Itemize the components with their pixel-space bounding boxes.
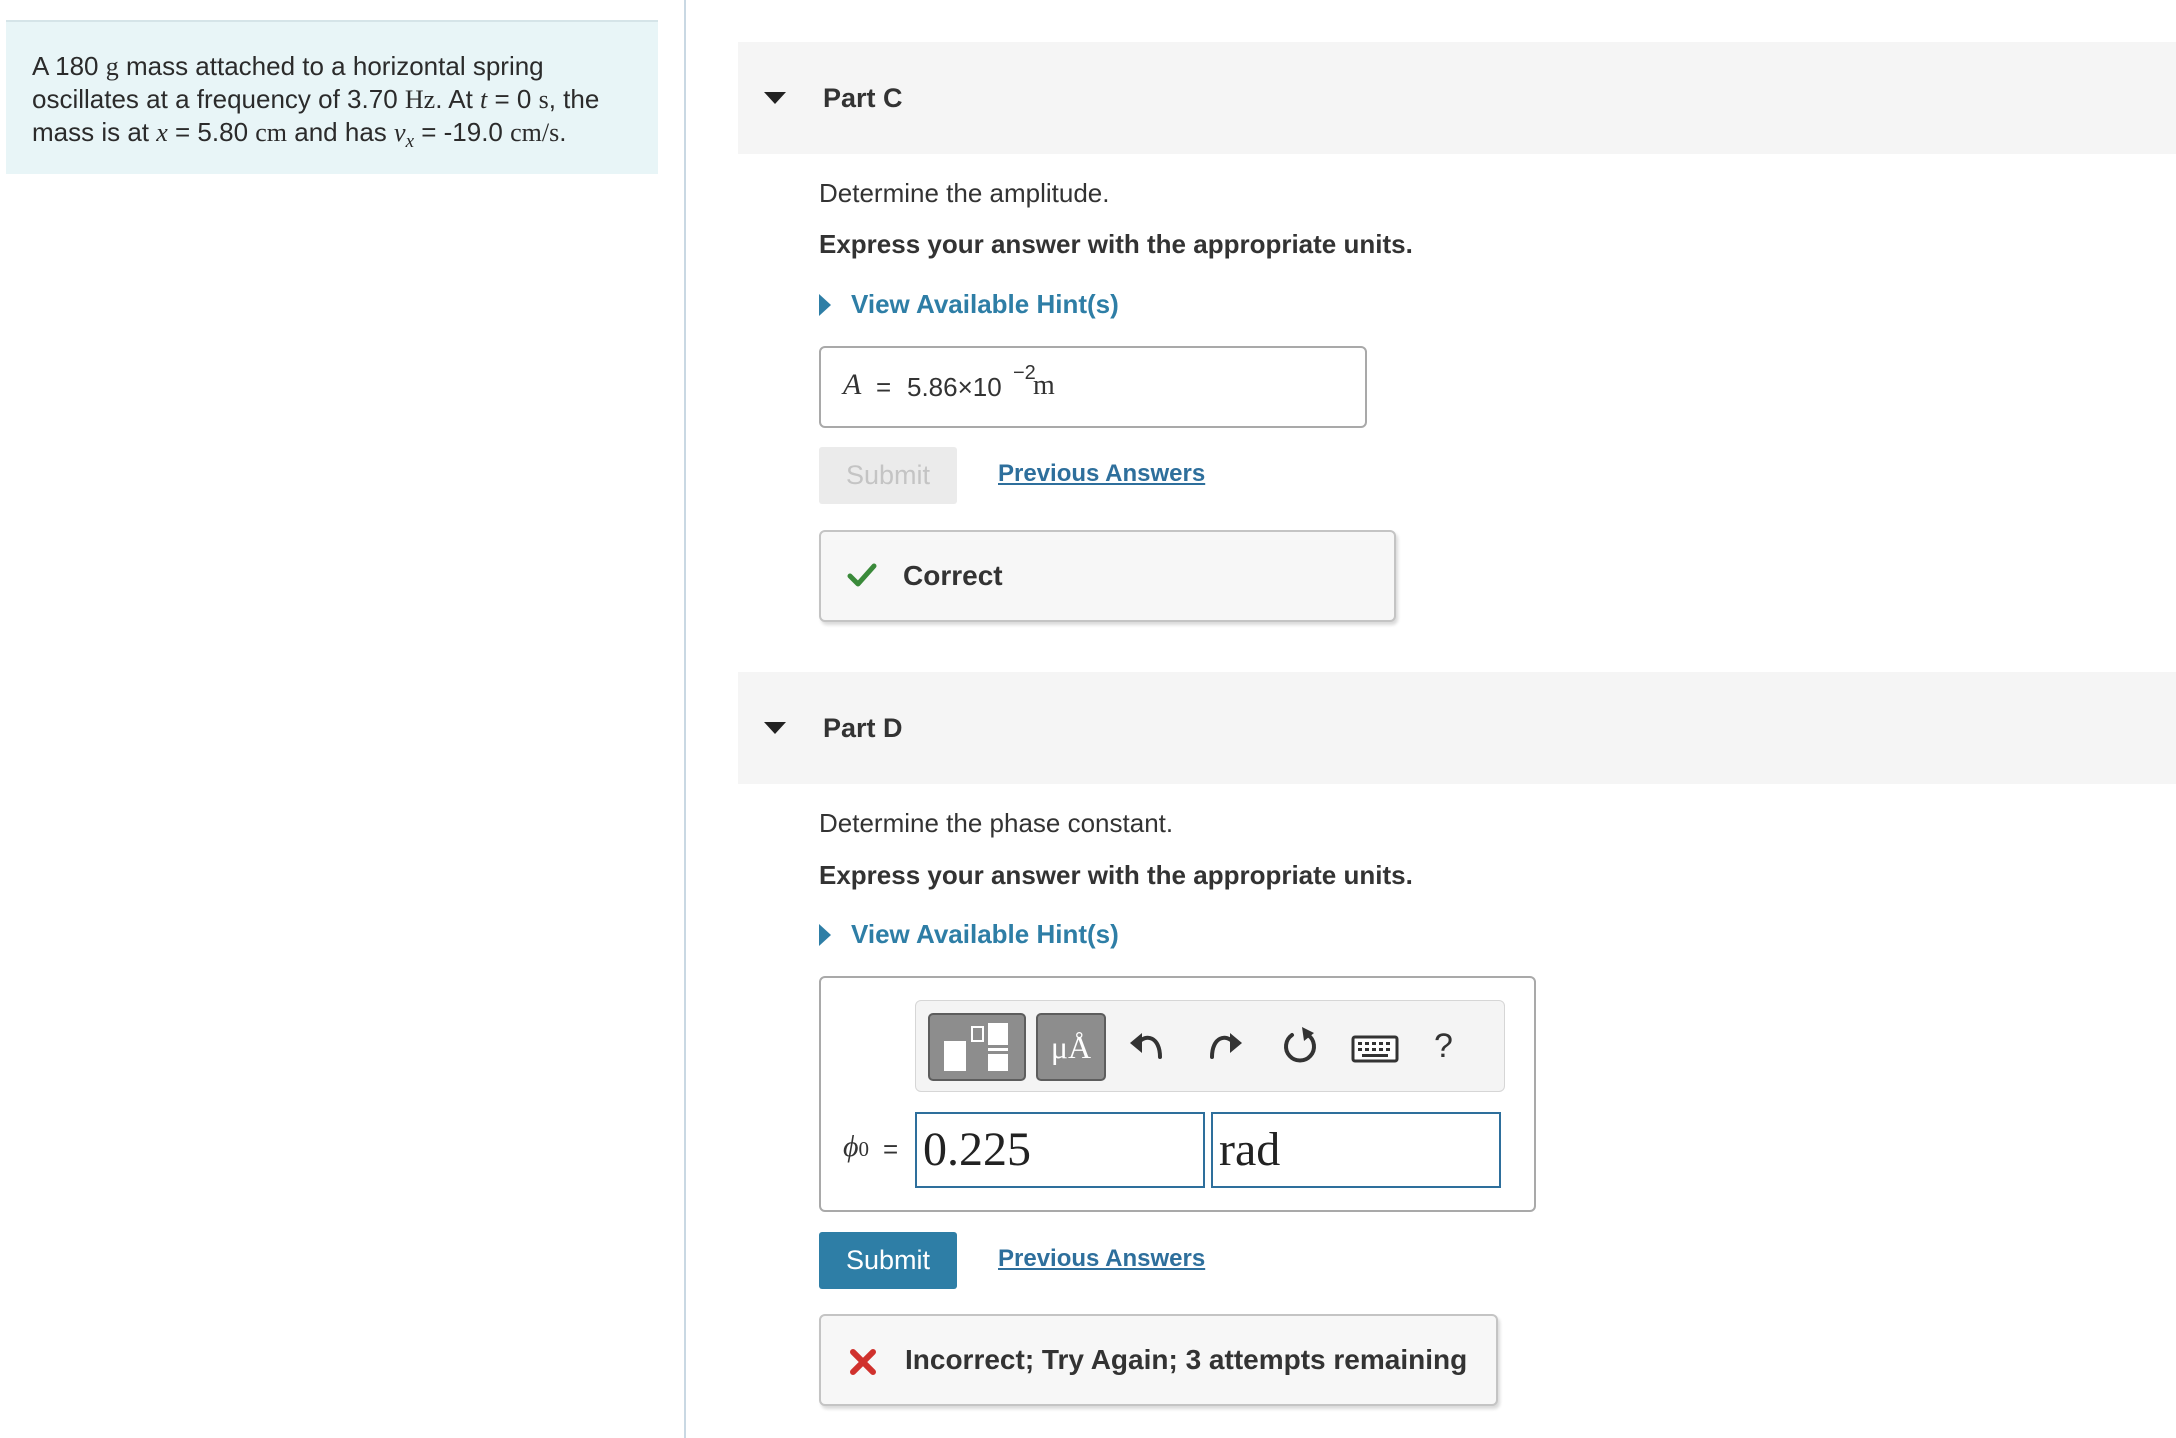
help-icon[interactable]: ? — [1434, 1027, 1453, 1066]
math-toolbar: μÅ ? — [915, 1000, 1505, 1092]
feedback-text: Incorrect; Try Again; 3 attempts remaini… — [905, 1344, 1468, 1375]
templates-icon — [944, 1023, 1008, 1071]
part-d-instruction: Express your answer with the appropriate… — [819, 860, 1413, 890]
units-icon: μÅ — [1050, 1029, 1092, 1065]
answer-unit: m — [1033, 370, 1055, 401]
part-d-submit-button[interactable]: Submit — [819, 1232, 957, 1289]
units-button[interactable]: μÅ — [1036, 1013, 1106, 1081]
part-c-instruction: Express your answer with the appropriate… — [819, 229, 1413, 259]
part-c-header[interactable]: Part C — [738, 42, 2176, 154]
problem-statement: A 180 g mass attached to a horizontal sp… — [6, 20, 658, 174]
part-d-feedback: Incorrect; Try Again; 3 attempts remaini… — [819, 1314, 1498, 1406]
frequency-unit: Hz — [404, 85, 436, 114]
feedback-text: Correct — [903, 560, 1003, 591]
velocity-subscript: x — [405, 131, 414, 153]
problem-text: A 180 — [32, 51, 106, 81]
part-c-prompt: Determine the amplitude. — [819, 178, 1110, 208]
part-c-previous-answers-link[interactable]: Previous Answers — [998, 460, 1205, 488]
undo-icon[interactable] — [1126, 1023, 1170, 1071]
problem-text: . At — [435, 84, 481, 114]
equals-sign: = — [876, 372, 892, 402]
part-c-submit-button[interactable]: Submit — [819, 447, 957, 504]
expand-triangle-icon — [819, 924, 831, 946]
problem-text: = 0 — [487, 84, 539, 114]
mass-unit: g — [105, 52, 119, 81]
problem-text: . — [559, 117, 567, 147]
collapse-caret-icon[interactable] — [764, 92, 786, 104]
part-c-feedback: Correct — [819, 530, 1396, 622]
phi-symbol: ϕ — [843, 1130, 859, 1163]
velocity-unit: cm/s — [510, 118, 560, 147]
problem-text: and has — [287, 117, 395, 147]
collapse-caret-icon[interactable] — [764, 722, 786, 734]
answer-variable: A — [843, 368, 862, 401]
hint-label: View Available Hint(s) — [851, 919, 1119, 949]
expand-triangle-icon — [819, 294, 831, 316]
part-d-prompt: Determine the phase constant. — [819, 808, 1174, 838]
templates-button[interactable] — [928, 1013, 1026, 1081]
problem-text: = 5.80 — [167, 117, 256, 147]
answer-variable: ϕ0 — [843, 1130, 869, 1164]
keyboard-icon[interactable] — [1350, 1023, 1400, 1071]
x-mark-icon — [850, 1349, 876, 1375]
reset-icon[interactable] — [1278, 1023, 1322, 1071]
position-variable: x — [156, 118, 168, 147]
time-unit: s — [538, 85, 549, 114]
problem-text: = -19.0 — [414, 117, 511, 147]
velocity-variable: v — [394, 118, 406, 147]
equals-sign: = — [883, 1134, 899, 1164]
part-c-title: Part C — [823, 83, 903, 113]
part-d-title: Part D — [823, 713, 903, 743]
answer-value: 5.86×10 — [907, 372, 1002, 402]
part-d-answer-area: μÅ ? ϕ0 = 0.225 rad — [819, 976, 1536, 1212]
part-d-header[interactable]: Part D — [738, 672, 2176, 784]
units-input[interactable]: rad — [1211, 1112, 1501, 1188]
hint-label: View Available Hint(s) — [851, 289, 1119, 319]
value-input[interactable]: 0.225 — [915, 1112, 1205, 1188]
panel-divider — [684, 0, 686, 1438]
part-d-previous-answers-link[interactable]: Previous Answers — [998, 1245, 1205, 1273]
position-unit: cm — [255, 118, 288, 147]
phi-subscript: 0 — [858, 1137, 870, 1161]
redo-icon[interactable] — [1202, 1023, 1246, 1071]
checkmark-icon — [847, 563, 877, 587]
part-c-answer-display: A = 5.86×10 −2 m — [819, 346, 1367, 428]
